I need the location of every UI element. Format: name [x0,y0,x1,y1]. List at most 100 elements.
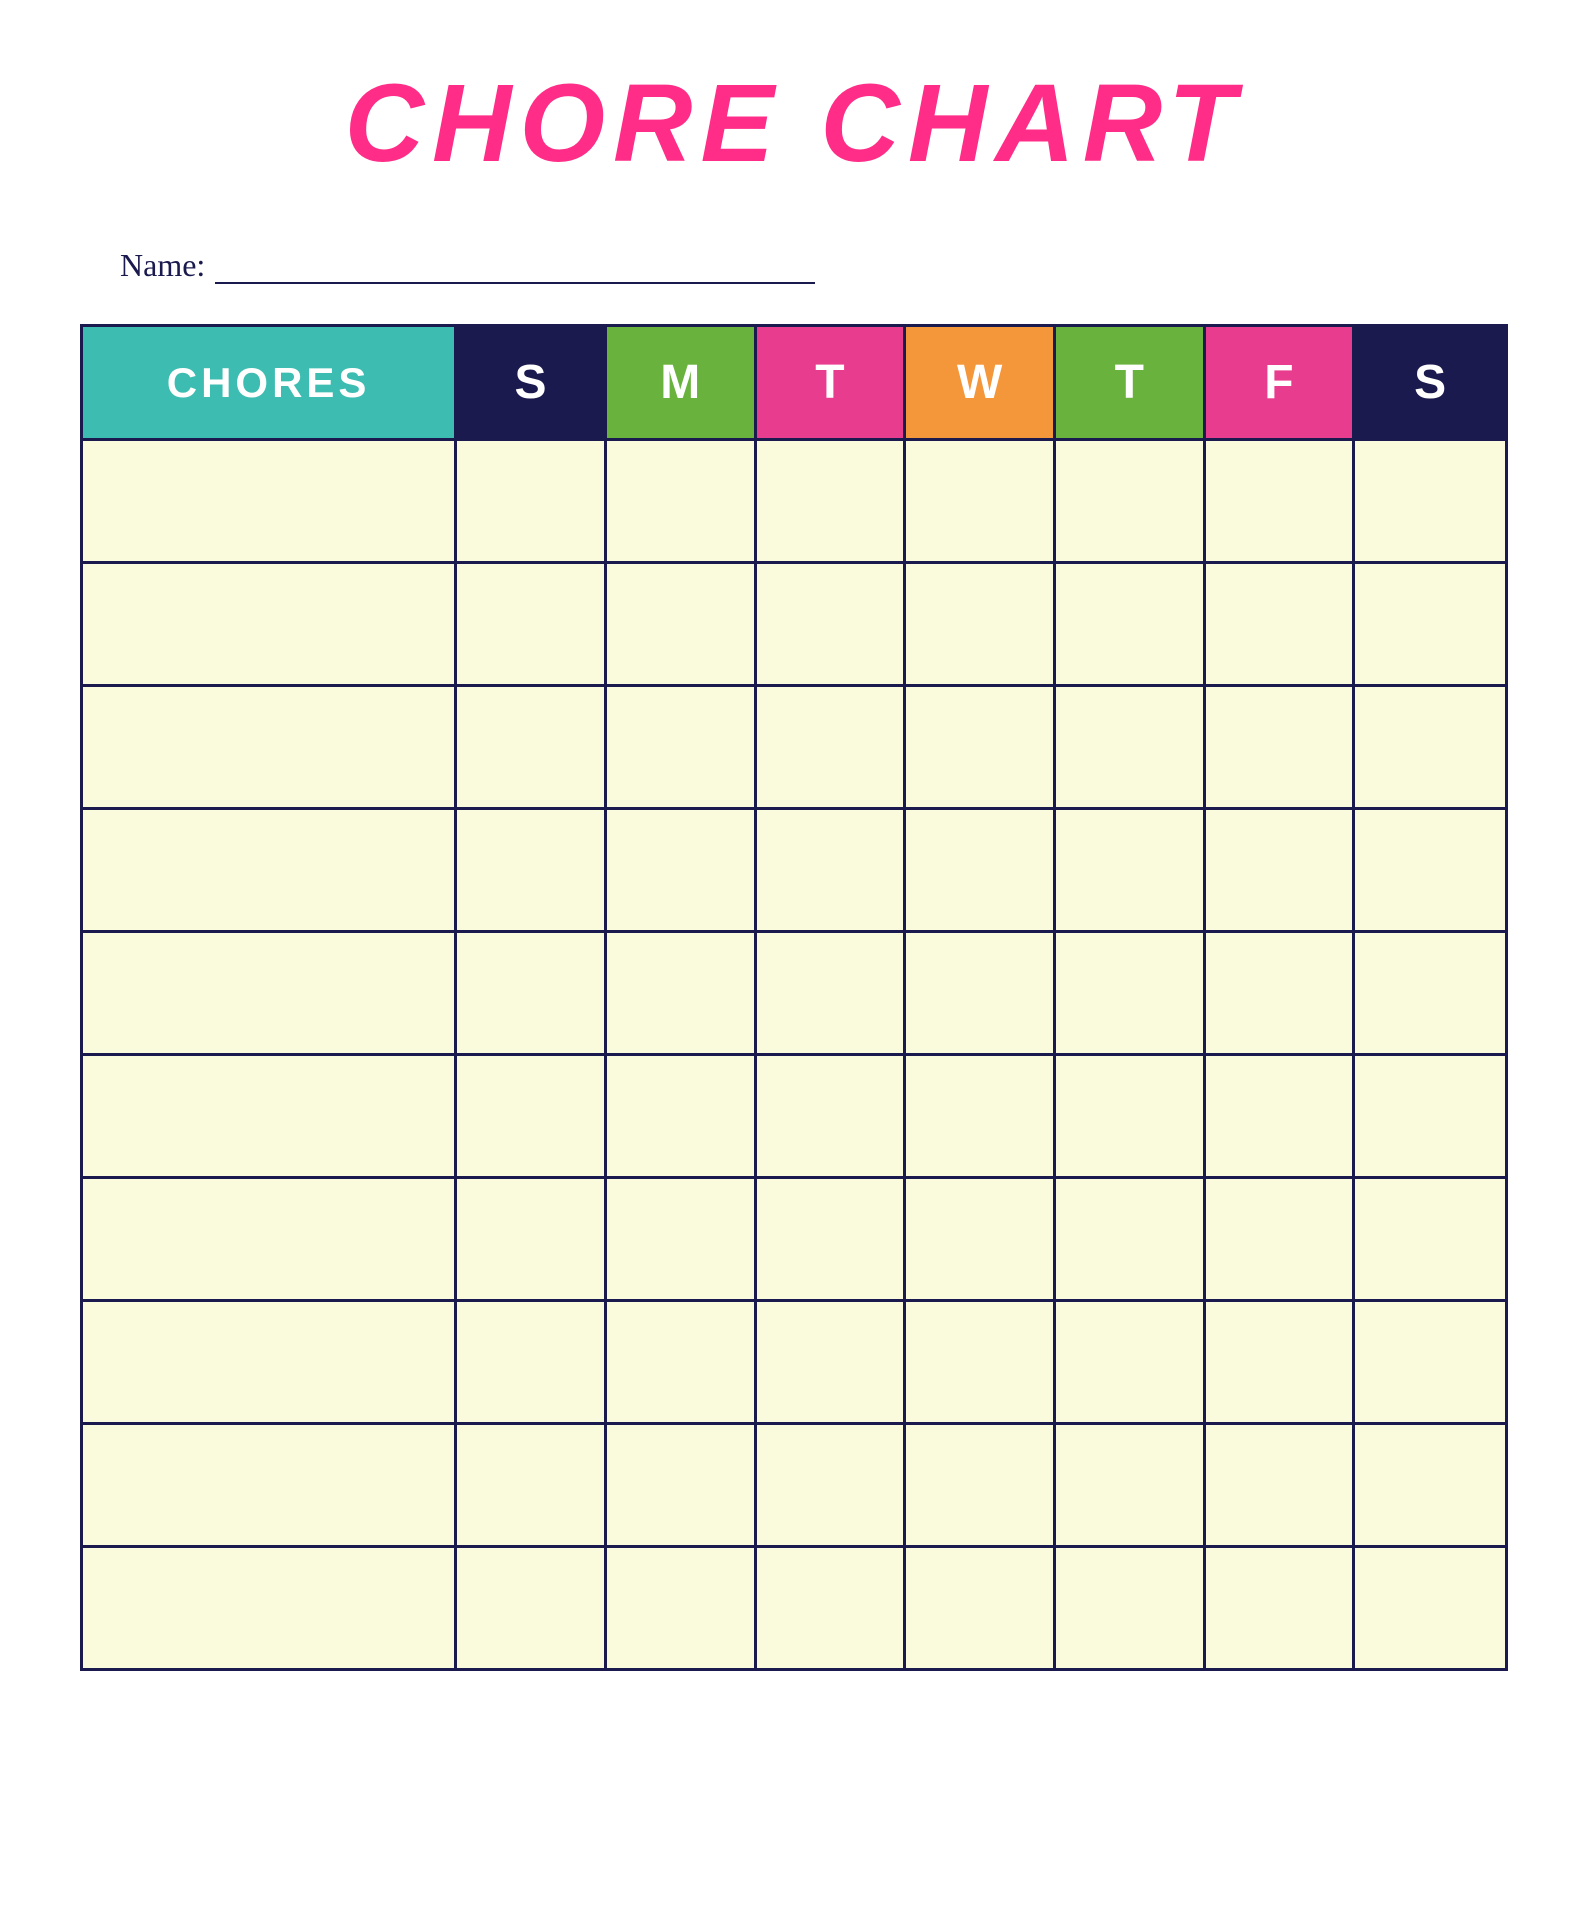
day-cell[interactable] [1056,687,1206,807]
page-title: CHORE CHART [345,60,1244,187]
day-cell[interactable] [1206,1179,1356,1299]
day-cell[interactable] [457,564,607,684]
chore-cell[interactable] [83,1425,457,1545]
day-cell[interactable] [1206,1548,1356,1668]
day-cell[interactable] [757,1056,907,1176]
header-day-w: W [906,327,1056,438]
table-row [83,561,1505,684]
day-cell[interactable] [906,933,1056,1053]
day-cell[interactable] [906,687,1056,807]
table-row [83,1299,1505,1422]
day-cell[interactable] [1355,1302,1505,1422]
header-day-s2: S [1355,327,1505,438]
day-cell[interactable] [1206,564,1356,684]
day-cell[interactable] [1056,933,1206,1053]
chore-cell[interactable] [83,1548,457,1668]
day-cell[interactable] [757,441,907,561]
day-cell[interactable] [1206,810,1356,930]
day-cell[interactable] [1355,1425,1505,1545]
day-cell[interactable] [607,933,757,1053]
day-cell[interactable] [1206,441,1356,561]
table-row [83,1176,1505,1299]
chore-cell[interactable] [83,1056,457,1176]
day-cell[interactable] [1355,1056,1505,1176]
chore-cell[interactable] [83,810,457,930]
day-cell[interactable] [906,1302,1056,1422]
table-row [83,438,1505,561]
day-cell[interactable] [607,1425,757,1545]
day-cell[interactable] [607,441,757,561]
day-cell[interactable] [1355,933,1505,1053]
day-cell[interactable] [757,687,907,807]
day-cell[interactable] [457,1056,607,1176]
day-cell[interactable] [457,687,607,807]
day-cell[interactable] [1056,1548,1206,1668]
header-chores: CHORES [83,327,457,438]
day-cell[interactable] [1206,933,1356,1053]
chart-header: CHORES S M T W T F S [83,327,1505,438]
day-cell[interactable] [457,1425,607,1545]
day-cell[interactable] [1355,564,1505,684]
header-day-t2: T [1056,327,1206,438]
day-cell[interactable] [1206,1425,1356,1545]
chore-cell[interactable] [83,564,457,684]
day-cell[interactable] [457,1548,607,1668]
chore-cell[interactable] [83,1179,457,1299]
day-cell[interactable] [1056,441,1206,561]
day-cell[interactable] [607,687,757,807]
day-cell[interactable] [906,564,1056,684]
day-cell[interactable] [607,1302,757,1422]
day-cell[interactable] [1056,1302,1206,1422]
day-cell[interactable] [457,1179,607,1299]
day-cell[interactable] [1355,810,1505,930]
chore-cell[interactable] [83,687,457,807]
day-cell[interactable] [1355,1548,1505,1668]
day-cell[interactable] [906,1548,1056,1668]
day-cell[interactable] [1355,687,1505,807]
day-cell[interactable] [607,1548,757,1668]
day-cell[interactable] [607,1179,757,1299]
day-cell[interactable] [457,810,607,930]
day-cell[interactable] [906,1425,1056,1545]
day-cell[interactable] [1056,1056,1206,1176]
day-cell[interactable] [607,1056,757,1176]
day-cell[interactable] [757,1179,907,1299]
name-row: Name: [80,247,1508,284]
table-row [83,930,1505,1053]
chart-body [83,438,1505,1668]
day-cell[interactable] [1056,810,1206,930]
header-day-t1: T [757,327,907,438]
day-cell[interactable] [757,1302,907,1422]
chore-chart: CHORES S M T W T F S [80,324,1508,1671]
day-cell[interactable] [1056,1425,1206,1545]
day-cell[interactable] [1206,687,1356,807]
table-row [83,807,1505,930]
day-cell[interactable] [457,441,607,561]
day-cell[interactable] [1355,441,1505,561]
day-cell[interactable] [1206,1302,1356,1422]
day-cell[interactable] [1355,1179,1505,1299]
day-cell[interactable] [906,1056,1056,1176]
chore-cell[interactable] [83,933,457,1053]
day-cell[interactable] [457,1302,607,1422]
chore-cell[interactable] [83,1302,457,1422]
day-cell[interactable] [906,441,1056,561]
day-cell[interactable] [757,564,907,684]
day-cell[interactable] [1206,1056,1356,1176]
name-label: Name: [120,247,205,284]
day-cell[interactable] [757,1548,907,1668]
day-cell[interactable] [757,1425,907,1545]
table-row [83,684,1505,807]
chore-cell[interactable] [83,441,457,561]
table-row [83,1422,1505,1545]
day-cell[interactable] [906,1179,1056,1299]
day-cell[interactable] [1056,1179,1206,1299]
day-cell[interactable] [607,564,757,684]
day-cell[interactable] [757,810,907,930]
day-cell[interactable] [607,810,757,930]
name-underline [215,280,815,284]
day-cell[interactable] [457,933,607,1053]
day-cell[interactable] [757,933,907,1053]
day-cell[interactable] [906,810,1056,930]
day-cell[interactable] [1056,564,1206,684]
